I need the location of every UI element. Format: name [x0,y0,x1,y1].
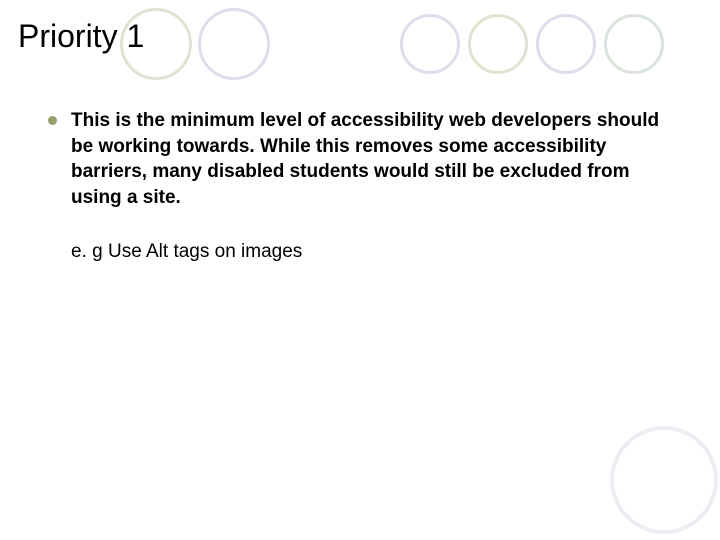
slide-title: Priority 1 [18,18,144,55]
slide-body: This is the minimum level of accessibili… [48,108,668,264]
decorative-circle [400,14,460,74]
decorative-circle [468,14,528,74]
decorative-circle [604,14,664,74]
bullet-main-text: This is the minimum level of accessibili… [71,108,668,211]
bullet-item: This is the minimum level of accessibili… [48,108,668,211]
decorative-circle [198,8,270,80]
bullet-dot-icon [48,116,57,125]
decorative-circle [610,426,718,534]
decorative-circle [536,14,596,74]
example-text: e. g Use Alt tags on images [71,239,668,265]
